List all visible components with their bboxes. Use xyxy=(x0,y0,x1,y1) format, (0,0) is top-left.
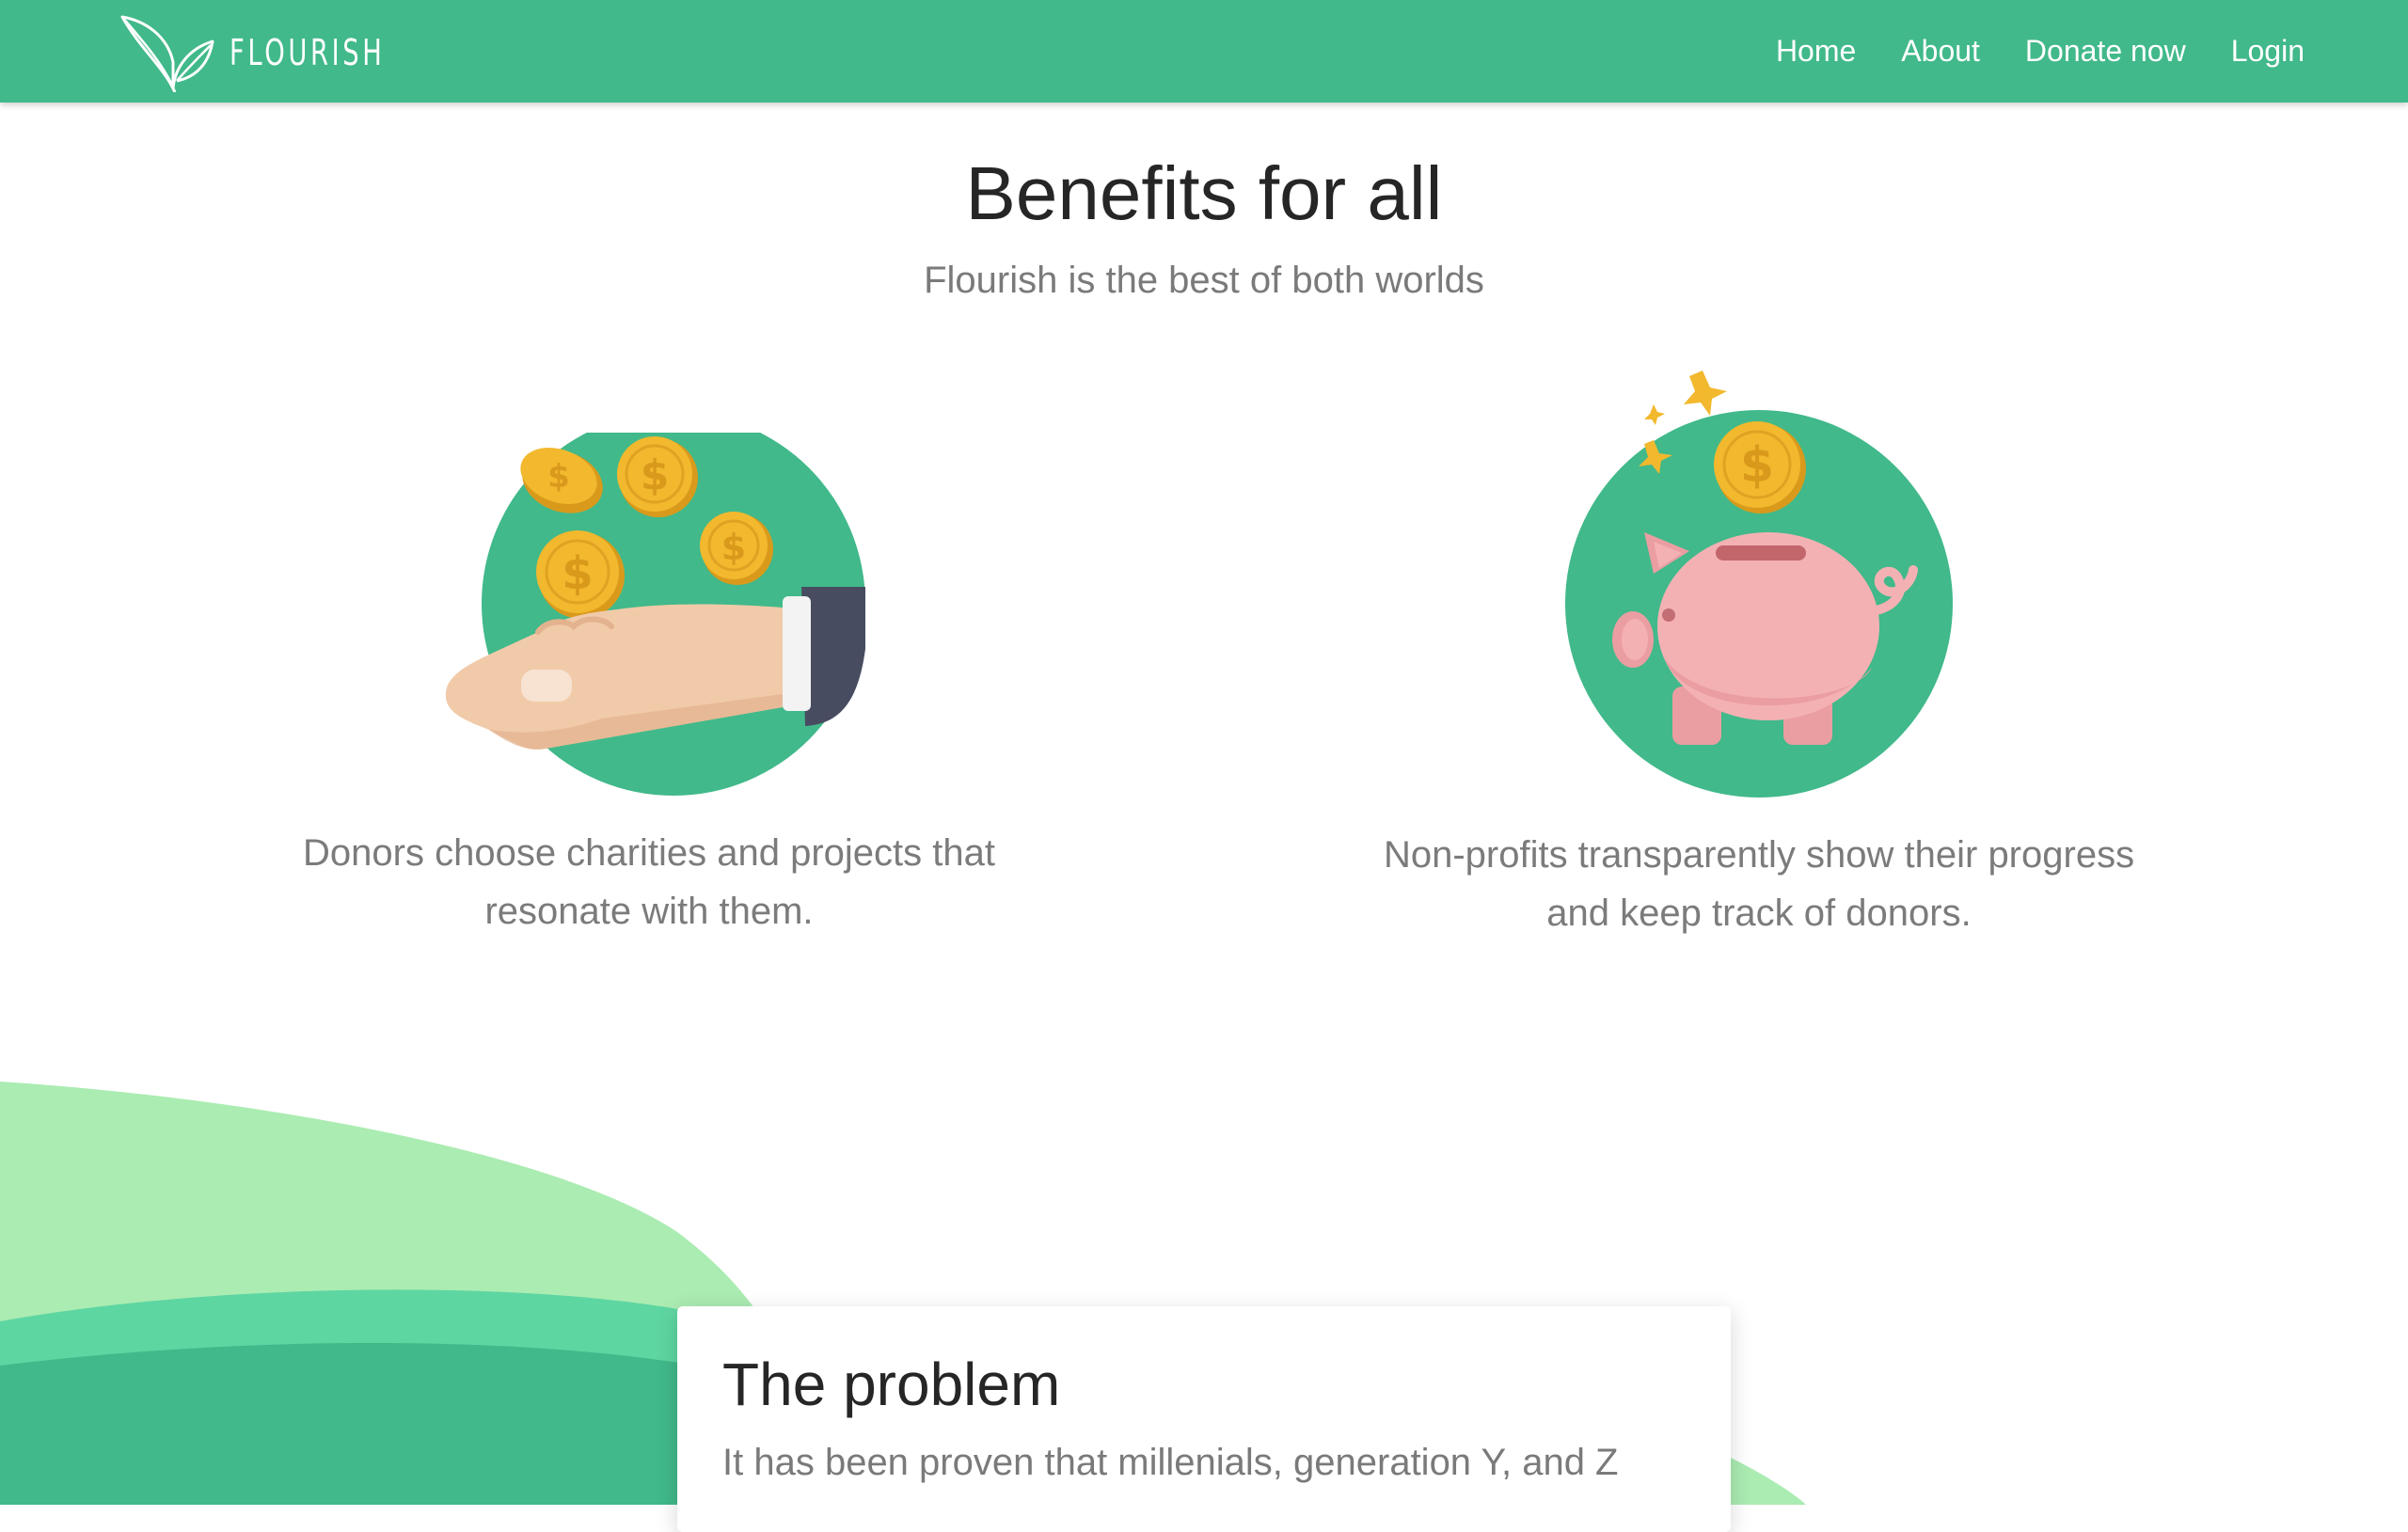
donors-benefit-text: Donors choose charities and projects tha… xyxy=(216,824,1082,940)
nav-home-link[interactable]: Home xyxy=(1776,34,1856,69)
hand-with-coins-icon: $ $ $ $ xyxy=(445,433,865,796)
nav-login-link[interactable]: Login xyxy=(2231,34,2305,69)
nonprofits-benefit-line: and keep track of donors. xyxy=(1546,892,1972,934)
brand-name: FLOURISH xyxy=(230,32,386,73)
wave-light-right xyxy=(1731,1458,1806,1505)
piggy-bank-icon: $ xyxy=(1565,371,1953,798)
donors-benefit-line: Donors choose charities and projects tha… xyxy=(303,832,995,874)
top-navbar: FLOURISH Home About Donate now Login xyxy=(0,0,2408,103)
nav-about-link[interactable]: About xyxy=(1901,34,1980,69)
leaf-icon xyxy=(120,15,214,92)
nonprofits-benefit-line: Non-profits transparently show their pro… xyxy=(1383,834,2135,876)
svg-text:$: $ xyxy=(562,547,593,600)
svg-text:$: $ xyxy=(547,458,570,496)
problem-text: It has been proven that millenials, gene… xyxy=(722,1442,1619,1483)
donors-benefit-line: resonate with them. xyxy=(484,891,814,932)
svg-text:$: $ xyxy=(721,527,746,568)
nonprofits-benefit-text: Non-profits transparently show their pro… xyxy=(1317,826,2201,942)
page-subtitle: Flourish is the best of both worlds xyxy=(924,260,1484,301)
problem-card: The problem It has been proven that mill… xyxy=(677,1306,1731,1532)
svg-text:$: $ xyxy=(1740,437,1774,494)
page-title: Benefits for all xyxy=(965,151,1443,235)
nav-donate-link[interactable]: Donate now xyxy=(2025,34,2186,69)
problem-title: The problem xyxy=(722,1350,1061,1418)
svg-text:$: $ xyxy=(641,451,670,499)
brand[interactable]: FLOURISH xyxy=(119,13,446,92)
main-nav: Home About Donate now Login xyxy=(1731,0,2305,103)
